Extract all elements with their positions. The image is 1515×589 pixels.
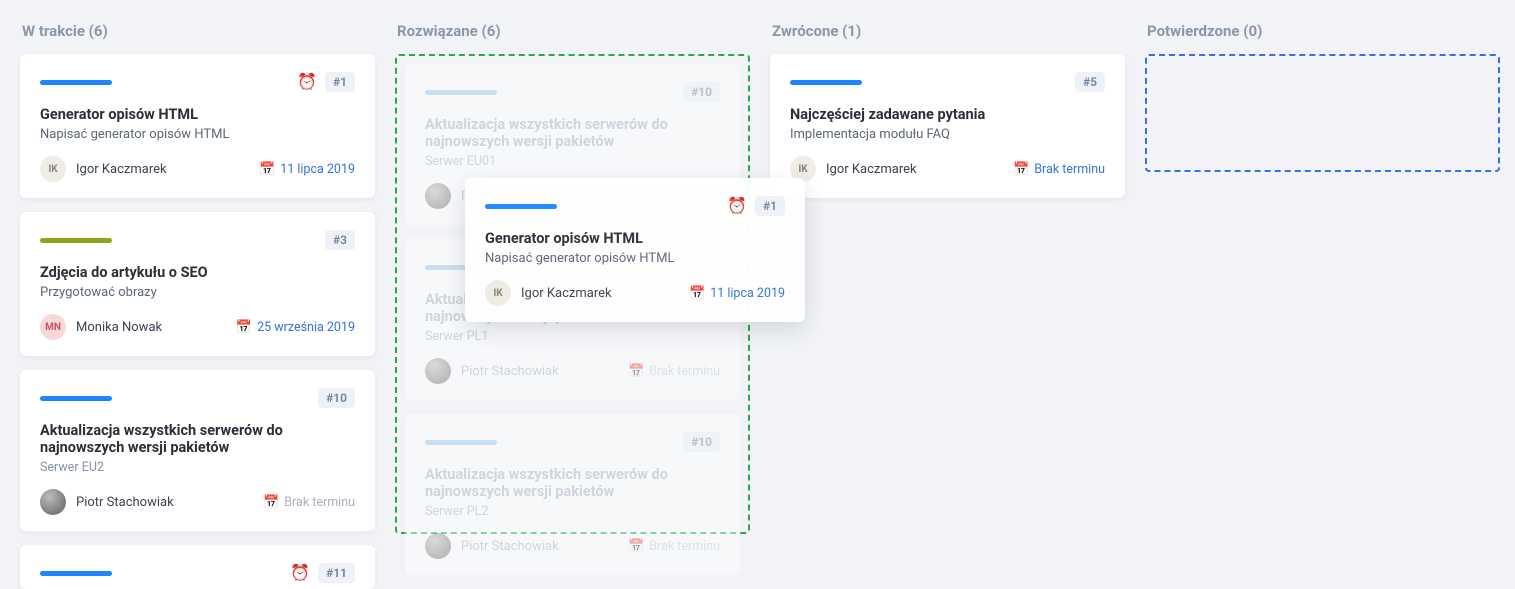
assignee: IK Igor Kaczmarek bbox=[40, 156, 167, 182]
assignee-name: Piotr Stachowiak bbox=[461, 364, 559, 379]
column-header: W trakcie (6) bbox=[20, 0, 375, 54]
task-title: Najczęściej zadawane pytania bbox=[790, 106, 1105, 123]
task-desc: Napisać generator opisów HTML bbox=[485, 251, 785, 266]
alarm-icon: ⏰ bbox=[290, 565, 310, 581]
calendar-icon: 📅 bbox=[689, 286, 705, 301]
task-card[interactable]: #10 Aktualizacja wszystkich serwerów do … bbox=[20, 370, 375, 531]
task-id-badge: #5 bbox=[1075, 72, 1105, 92]
task-id-badge: #3 bbox=[325, 230, 355, 250]
assignee: Piotr Stachowiak bbox=[40, 489, 174, 515]
due-date: 📅Brak terminu bbox=[628, 539, 720, 554]
task-id-badge: #11 bbox=[318, 563, 355, 583]
priority-bar bbox=[40, 571, 112, 576]
priority-bar bbox=[40, 80, 112, 85]
priority-bar bbox=[790, 80, 862, 85]
due-date: 📅Brak terminu bbox=[628, 364, 720, 379]
assignee: Piotr Stachowiak bbox=[425, 533, 559, 559]
column-confirmed: Potwierdzone (0) bbox=[1145, 0, 1500, 534]
priority-bar bbox=[40, 396, 112, 401]
task-card[interactable]: #5 Najczęściej zadawane pytania Implemen… bbox=[770, 54, 1125, 198]
task-subtitle: Serwer EU01 bbox=[425, 154, 720, 169]
avatar bbox=[40, 489, 66, 515]
task-title: Aktualizacja wszystkich serwerów do najn… bbox=[425, 116, 720, 150]
assignee-name: Monika Nowak bbox=[76, 320, 162, 335]
column-in-progress: W trakcie (6) ⏰ #1 Generator opisów HTML… bbox=[20, 0, 375, 534]
column-returned: Zwrócone (1) #5 Najczęściej zadawane pyt… bbox=[770, 0, 1125, 534]
assignee: MN Monika Nowak bbox=[40, 314, 162, 340]
column-header: Potwierdzone (0) bbox=[1145, 0, 1500, 54]
alarm-icon: ⏰ bbox=[727, 198, 747, 214]
assignee-name: Piotr Stachowiak bbox=[461, 539, 559, 554]
calendar-icon: 📅 bbox=[628, 364, 644, 379]
task-id-badge: #10 bbox=[318, 388, 355, 408]
task-card[interactable]: #10 Aktualizacja wszystkich serwerów do … bbox=[405, 414, 740, 575]
task-title: Generator opisów HTML bbox=[485, 230, 785, 247]
task-title: Zdjęcia do artykułu o SEO bbox=[40, 264, 355, 281]
task-id-badge: #10 bbox=[683, 82, 720, 102]
task-subtitle: Serwer PL2 bbox=[425, 504, 720, 519]
card-list[interactable]: ⏰ #1 Generator opisów HTML Napisać gener… bbox=[20, 54, 375, 589]
assignee-name: Igor Kaczmarek bbox=[521, 286, 612, 301]
avatar bbox=[425, 358, 451, 384]
priority-bar bbox=[40, 238, 112, 243]
due-date: 📅11 lipca 2019 bbox=[689, 286, 785, 301]
task-subtitle: Serwer PL1 bbox=[425, 329, 720, 344]
task-title: Aktualizacja wszystkich serwerów do najn… bbox=[425, 466, 720, 500]
priority-bar bbox=[425, 440, 497, 445]
calendar-icon: 📅 bbox=[236, 320, 252, 335]
avatar bbox=[425, 533, 451, 559]
due-date: 📅Brak terminu bbox=[263, 495, 355, 510]
task-card[interactable]: #3 Zdjęcia do artykułu o SEO Przygotować… bbox=[20, 212, 375, 356]
dragging-card[interactable]: ⏰ #1 Generator opisów HTML Napisać gener… bbox=[465, 178, 805, 322]
due-date: 📅25 września 2019 bbox=[236, 320, 355, 335]
card-list[interactable]: #5 Najczęściej zadawane pytania Implemen… bbox=[770, 54, 1125, 198]
avatar: IK bbox=[40, 156, 66, 182]
priority-bar bbox=[485, 204, 557, 209]
calendar-icon: 📅 bbox=[1013, 162, 1029, 177]
calendar-icon: 📅 bbox=[259, 162, 275, 177]
assignee: IK Igor Kaczmarek bbox=[485, 280, 612, 306]
task-title: Aktualizacja wszystkich serwerów do najn… bbox=[40, 422, 355, 456]
task-id-badge: #1 bbox=[325, 72, 355, 92]
due-date: 📅11 lipca 2019 bbox=[259, 162, 355, 177]
calendar-icon: 📅 bbox=[628, 539, 644, 554]
empty-dropzone[interactable] bbox=[1145, 54, 1500, 172]
task-id-badge: #1 bbox=[755, 196, 785, 216]
alarm-icon: ⏰ bbox=[297, 74, 317, 90]
column-header: Rozwiązane (6) bbox=[395, 0, 750, 54]
avatar bbox=[425, 183, 451, 209]
assignee-name: Piotr Stachowiak bbox=[76, 495, 174, 510]
assignee: IK Igor Kaczmarek bbox=[790, 156, 917, 182]
task-card[interactable]: ⏰ #11 bbox=[20, 545, 375, 589]
task-id-badge: #10 bbox=[683, 432, 720, 452]
assignee: Piotr Stachowiak bbox=[425, 358, 559, 384]
assignee-name: Igor Kaczmarek bbox=[76, 162, 167, 177]
calendar-icon: 📅 bbox=[263, 495, 279, 510]
column-header: Zwrócone (1) bbox=[770, 0, 1125, 54]
avatar: IK bbox=[485, 280, 511, 306]
task-title: Generator opisów HTML bbox=[40, 106, 355, 123]
task-desc: Przygotować obrazy bbox=[40, 285, 355, 300]
task-desc: Napisać generator opisów HTML bbox=[40, 127, 355, 142]
due-date: 📅Brak terminu bbox=[1013, 162, 1105, 177]
priority-bar bbox=[425, 90, 497, 95]
task-desc: Implementacja modułu FAQ bbox=[790, 127, 1105, 142]
task-subtitle: Serwer EU2 bbox=[40, 460, 355, 475]
avatar: MN bbox=[40, 314, 66, 340]
assignee-name: Igor Kaczmarek bbox=[826, 162, 917, 177]
task-card[interactable]: ⏰ #1 Generator opisów HTML Napisać gener… bbox=[20, 54, 375, 198]
